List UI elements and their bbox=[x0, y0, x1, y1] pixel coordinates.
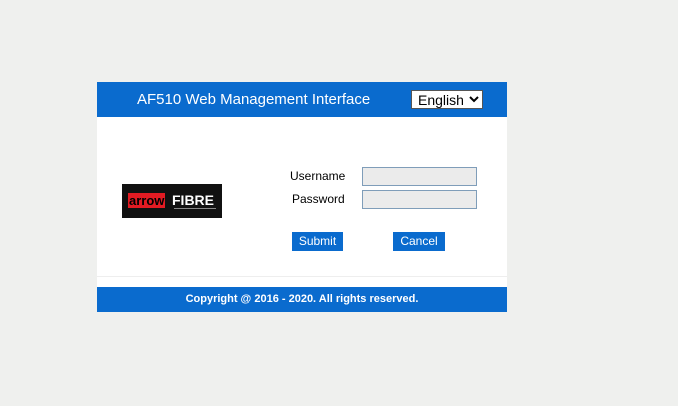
submit-button[interactable]: Submit bbox=[292, 232, 343, 251]
logo-text-arrow: arrow bbox=[128, 193, 166, 208]
cancel-button[interactable]: Cancel bbox=[393, 232, 445, 251]
arrowfibre-logo: arrow FIBRE bbox=[122, 184, 222, 218]
header-bar: AF510 Web Management Interface English bbox=[97, 82, 507, 117]
footer-copyright: Copyright @ 2016 - 2020. All rights rese… bbox=[97, 287, 507, 312]
username-label: Username bbox=[290, 169, 346, 183]
divider bbox=[97, 276, 507, 277]
language-select[interactable]: English bbox=[411, 90, 483, 109]
login-panel: AF510 Web Management Interface English a… bbox=[97, 82, 507, 312]
password-label: Password bbox=[292, 192, 345, 206]
page-title: AF510 Web Management Interface bbox=[137, 91, 371, 108]
logo-tagline bbox=[174, 208, 216, 209]
logo-text-fibre: FIBRE bbox=[172, 192, 214, 208]
password-input[interactable] bbox=[362, 190, 477, 209]
username-input[interactable] bbox=[362, 167, 477, 186]
